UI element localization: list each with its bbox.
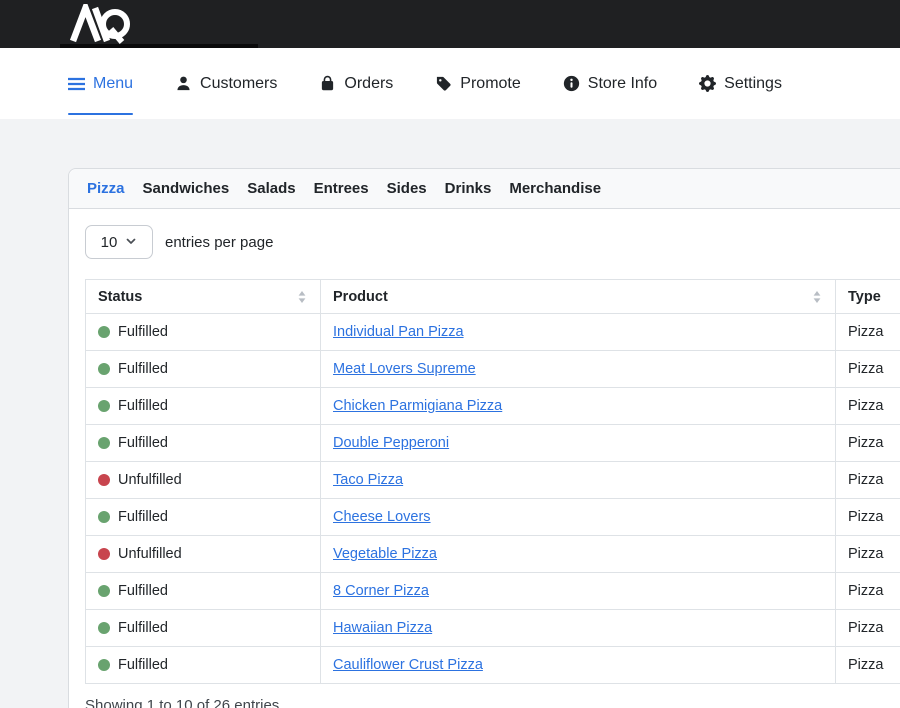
type-cell: Pizza (836, 425, 900, 462)
category-tabs: Pizza Sandwiches Salads Entrees Sides Dr… (69, 169, 900, 209)
status-label: Fulfilled (118, 657, 168, 673)
nav-item-label: Customers (200, 75, 277, 93)
category-tab[interactable]: Drinks (445, 180, 492, 197)
nav-item-label: Promote (460, 75, 520, 93)
nav-item-label: Orders (344, 75, 393, 93)
nav-item-label: Menu (93, 75, 133, 93)
status-label: Fulfilled (118, 324, 168, 340)
status-label: Fulfilled (118, 509, 168, 525)
type-cell: Pizza (836, 351, 900, 388)
app-screen: Menu Customers Orders (0, 0, 900, 708)
table-row: Fulfilled Chicken Parmigiana Pizza Pizza (86, 388, 900, 425)
type-cell: Pizza (836, 573, 900, 610)
status-label: Unfulfilled (118, 546, 182, 562)
product-link[interactable]: Hawaiian Pizza (333, 620, 432, 636)
sort-icon[interactable] (298, 291, 306, 303)
category-tab[interactable]: Sandwiches (143, 180, 230, 197)
product-link[interactable]: Chicken Parmigiana Pizza (333, 398, 502, 414)
status-label: Fulfilled (118, 361, 168, 377)
table-row: Fulfilled Hawaiian Pizza Pizza (86, 610, 900, 647)
type-cell: Pizza (836, 647, 900, 684)
product-link[interactable]: Cheese Lovers (333, 509, 431, 525)
menu-card: Pizza Sandwiches Salads Entrees Sides Dr… (68, 168, 900, 708)
brand-logo-icon[interactable] (64, 4, 134, 44)
table-row: Fulfilled Individual Pan Pizza Pizza (86, 314, 900, 351)
status-label: Fulfilled (118, 620, 168, 636)
status-dot-icon (98, 474, 110, 486)
product-link[interactable]: Cauliflower Crust Pizza (333, 657, 483, 673)
hamburger-icon (68, 77, 85, 91)
entries-per-page-label: entries per page (165, 234, 273, 251)
entries-select-value: 10 (101, 234, 118, 251)
gear-icon (699, 75, 716, 92)
product-link[interactable]: Individual Pan Pizza (333, 324, 464, 340)
column-header-product[interactable]: Product (321, 280, 836, 314)
nav-item-promote[interactable]: Promote (435, 48, 520, 119)
category-tab[interactable]: Sides (387, 180, 427, 197)
top-app-bar (0, 0, 900, 48)
table-row: Fulfilled Cheese Lovers Pizza (86, 499, 900, 536)
status-dot-icon (98, 511, 110, 523)
status-label: Fulfilled (118, 398, 168, 414)
table-row: Unfulfilled Vegetable Pizza Pizza (86, 536, 900, 573)
product-link[interactable]: Vegetable Pizza (333, 546, 437, 562)
category-tab[interactable]: Merchandise (509, 180, 601, 197)
column-header-type[interactable]: Type (836, 280, 900, 314)
chevron-down-icon (125, 234, 137, 251)
category-tab[interactable]: Salads (247, 180, 295, 197)
type-cell: Pizza (836, 314, 900, 351)
sort-icon[interactable] (813, 291, 821, 303)
column-header-status[interactable]: Status (86, 280, 321, 314)
product-link[interactable]: Taco Pizza (333, 472, 403, 488)
nav-item-store-info[interactable]: Store Info (563, 48, 657, 119)
status-dot-icon (98, 585, 110, 597)
status-dot-icon (98, 622, 110, 634)
info-icon (563, 75, 580, 92)
type-cell: Pizza (836, 610, 900, 647)
table-row: Fulfilled Cauliflower Crust Pizza Pizza (86, 647, 900, 684)
status-label: Fulfilled (118, 435, 168, 451)
table-row: Fulfilled Double Pepperoni Pizza (86, 425, 900, 462)
table-header-row: Status Product (86, 280, 900, 314)
type-cell: Pizza (836, 388, 900, 425)
nav-item-settings[interactable]: Settings (699, 48, 782, 119)
table-row: Fulfilled Meat Lovers Supreme Pizza (86, 351, 900, 388)
nav-item-label: Settings (724, 75, 782, 93)
table-row: Fulfilled 8 Corner Pizza Pizza (86, 573, 900, 610)
products-table: Status Product (85, 279, 900, 684)
nav-item-menu[interactable]: Menu (68, 48, 133, 119)
tag-icon (435, 75, 452, 92)
table-row: Unfulfilled Taco Pizza Pizza (86, 462, 900, 499)
nav-item-label: Store Info (588, 75, 657, 93)
status-dot-icon (98, 363, 110, 375)
main-navigation: Menu Customers Orders (0, 48, 900, 119)
person-icon (175, 75, 192, 92)
nav-item-orders[interactable]: Orders (319, 48, 393, 119)
category-tab[interactable]: Pizza (87, 180, 125, 197)
status-dot-icon (98, 326, 110, 338)
product-link[interactable]: Double Pepperoni (333, 435, 449, 451)
status-dot-icon (98, 548, 110, 560)
card-body: 10 entries per page Status (69, 209, 900, 708)
type-cell: Pizza (836, 499, 900, 536)
entries-per-page-row: 10 entries per page (85, 225, 900, 259)
type-cell: Pizza (836, 462, 900, 499)
status-label: Fulfilled (118, 583, 168, 599)
category-tab[interactable]: Entrees (314, 180, 369, 197)
status-dot-icon (98, 400, 110, 412)
product-link[interactable]: Meat Lovers Supreme (333, 361, 476, 377)
status-dot-icon (98, 659, 110, 671)
table-showing-summary: Showing 1 to 10 of 26 entries (85, 697, 900, 708)
type-cell: Pizza (836, 536, 900, 573)
product-link[interactable]: 8 Corner Pizza (333, 583, 429, 599)
bag-icon (319, 75, 336, 92)
nav-item-customers[interactable]: Customers (175, 48, 277, 119)
status-dot-icon (98, 437, 110, 449)
entries-per-page-select[interactable]: 10 (85, 225, 153, 259)
status-label: Unfulfilled (118, 472, 182, 488)
